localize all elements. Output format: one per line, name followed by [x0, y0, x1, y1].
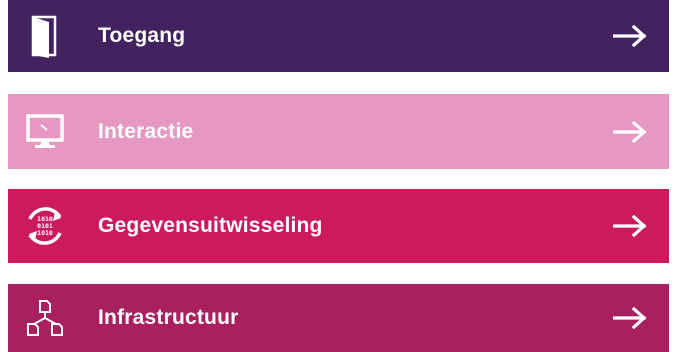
arrow-right-icon	[613, 215, 647, 237]
nav-item-label: Gegevensuitwisseling	[98, 214, 323, 237]
arrow-right-icon	[613, 25, 647, 47]
arrow-right-icon	[613, 307, 647, 329]
door-icon	[22, 13, 68, 59]
nav-item-label: Toegang	[98, 24, 186, 47]
nav-item-toegang[interactable]: Toegang	[8, 0, 669, 72]
nav-item-label: Infrastructuur	[98, 306, 239, 329]
data-exchange-icon: 1010 0101 1010	[22, 203, 68, 249]
arrow-right-icon	[613, 120, 647, 143]
network-nodes-icon	[22, 295, 68, 341]
nav-item-infrastructuur[interactable]: Infrastructuur	[8, 284, 669, 352]
nav-item-label: Interactie	[98, 119, 194, 143]
monitor-icon	[22, 109, 68, 155]
nav-item-gegevensuitwisseling[interactable]: 1010 0101 1010 Gegevensuitwisseling	[8, 189, 669, 263]
nav-item-interactie[interactable]: Interactie	[8, 94, 669, 169]
icon-binary-line: 1010	[37, 229, 53, 237]
